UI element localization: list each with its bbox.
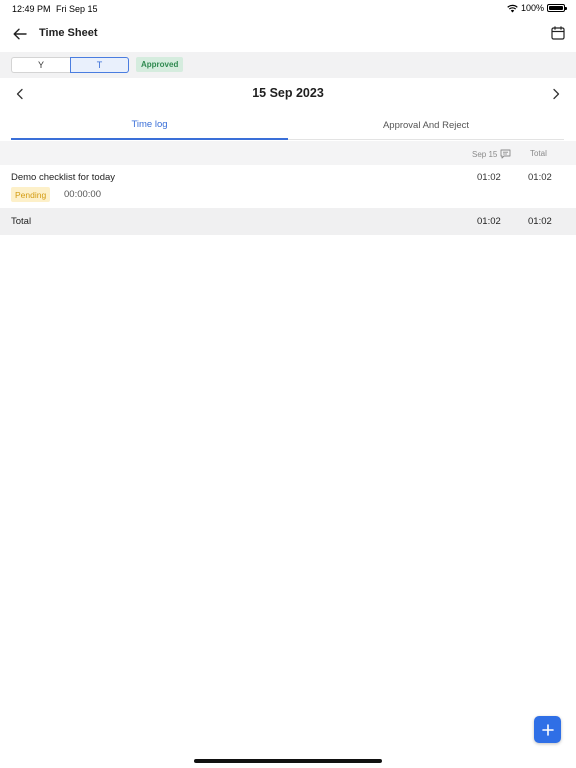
page-title: Time Sheet xyxy=(39,27,98,39)
status-bar: 12:49 PM Fri Sep 15 100% xyxy=(0,0,576,18)
date-navigation: 15 Sep 2023 xyxy=(0,80,576,108)
plus-icon xyxy=(541,723,554,736)
total-column-header: Total xyxy=(530,149,547,158)
toggle-option-y[interactable]: Y xyxy=(11,57,70,73)
filter-bar: Y T Approved xyxy=(0,52,576,78)
home-indicator[interactable] xyxy=(194,759,382,763)
date-column-header: Sep 15 xyxy=(472,149,511,159)
table-header: Sep 15 Total xyxy=(0,141,576,165)
header: Time Sheet xyxy=(0,18,576,52)
calendar-icon[interactable] xyxy=(550,25,566,41)
total-label: Total xyxy=(11,216,32,227)
entry-duration: 00:00:00 xyxy=(64,189,101,200)
status-badge: Approved xyxy=(136,57,184,72)
comment-icon[interactable] xyxy=(500,149,511,159)
total-day-hours: 01:02 xyxy=(477,216,501,227)
tab-time-log[interactable]: Time log xyxy=(11,111,288,140)
battery-percent: 100% xyxy=(520,3,544,13)
status-date: Fri Sep 15 xyxy=(56,4,98,14)
entry-total-hours: 01:02 xyxy=(528,172,552,183)
toggle-option-t[interactable]: T xyxy=(70,57,129,73)
total-sum-hours: 01:02 xyxy=(528,216,552,227)
status-time: 12:49 PM xyxy=(12,4,51,14)
date-column-label: Sep 15 xyxy=(472,149,498,159)
total-row: Total 01:02 01:02 xyxy=(0,208,576,235)
add-entry-button[interactable] xyxy=(534,716,561,743)
chevron-right-icon[interactable] xyxy=(549,87,563,101)
entry-title: Demo checklist for today xyxy=(11,172,116,183)
wifi-icon xyxy=(507,4,518,12)
table-row[interactable]: Demo checklist for today 01:02 01:02 Pen… xyxy=(0,165,576,208)
entry-day-hours: 01:02 xyxy=(477,172,501,183)
back-arrow-icon[interactable] xyxy=(12,26,28,42)
battery-icon xyxy=(547,4,567,12)
current-date: 15 Sep 2023 xyxy=(252,86,324,100)
tab-bar: Time log Approval And Reject xyxy=(11,111,564,140)
period-toggle: Y T xyxy=(11,57,129,73)
pending-badge: Pending xyxy=(11,187,51,202)
tab-approval-and-reject[interactable]: Approval And Reject xyxy=(288,111,564,140)
status-indicators: 100% xyxy=(507,3,567,13)
